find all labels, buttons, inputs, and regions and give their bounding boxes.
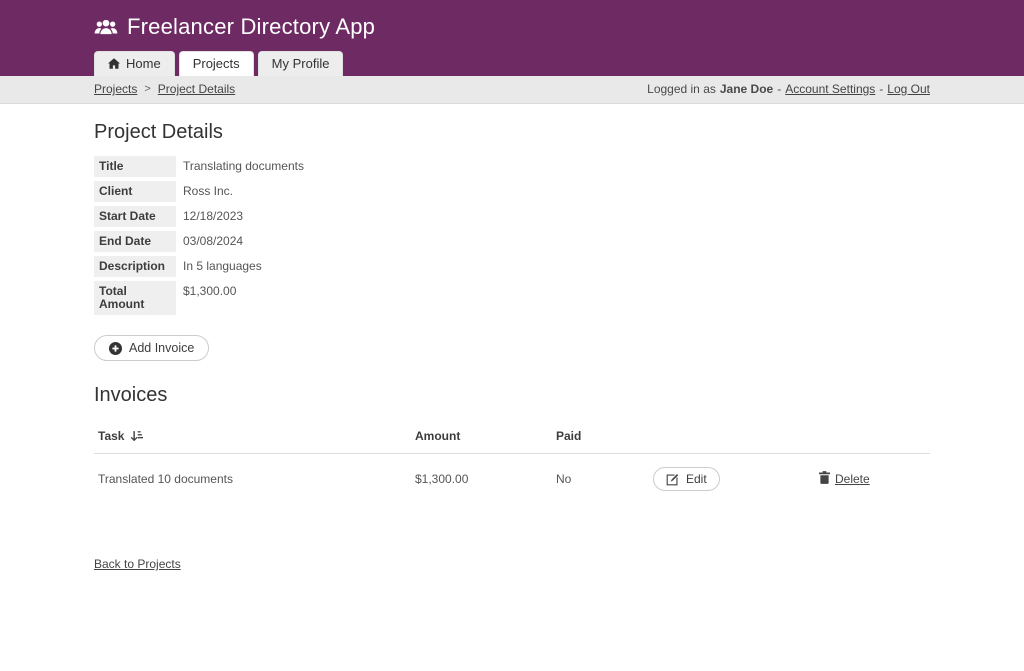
tab-projects-label: Projects [193, 56, 240, 71]
invoices-table-header: Task Amount Paid [94, 419, 930, 454]
detail-row-title: Title Translating documents [94, 156, 930, 177]
invoice-paid: No [556, 472, 653, 486]
project-details: Title Translating documents Client Ross … [94, 156, 930, 315]
start-date-label: Start Date [94, 206, 176, 227]
detail-row-start-date: Start Date 12/18/2023 [94, 206, 930, 227]
plus-circle-icon [109, 342, 122, 355]
app-header: Freelancer Directory App Home Projects M… [0, 0, 1024, 76]
edit-icon [666, 473, 679, 486]
detail-row-description: Description In 5 languages [94, 256, 930, 277]
client-label: Client [94, 181, 176, 202]
app-title: Freelancer Directory App [127, 14, 375, 40]
detail-row-client: Client Ross Inc. [94, 181, 930, 202]
detail-row-end-date: End Date 03/08/2024 [94, 231, 930, 252]
end-date-value: 03/08/2024 [183, 231, 243, 252]
title-label: Title [94, 156, 176, 177]
breadcrumb-project-details-link[interactable]: Project Details [158, 82, 235, 96]
main-nav: Home Projects My Profile [94, 51, 930, 76]
app-brand: Freelancer Directory App [94, 14, 930, 40]
session-prefix: Logged in as [647, 82, 716, 96]
invoices-heading: Invoices [94, 384, 930, 407]
invoice-amount: $1,300.00 [415, 472, 556, 486]
description-label: Description [94, 256, 176, 277]
tab-my-profile[interactable]: My Profile [258, 51, 344, 76]
end-date-label: End Date [94, 231, 176, 252]
add-invoice-label: Add Invoice [129, 341, 194, 355]
breadcrumb-projects-link[interactable]: Projects [94, 82, 137, 96]
edit-invoice-button[interactable]: Edit [653, 467, 720, 491]
amount-column-header: Amount [415, 429, 556, 443]
sort-icon [130, 430, 143, 442]
breadcrumb-separator: > [144, 83, 150, 95]
task-column-header[interactable]: Task [98, 429, 143, 443]
tab-home-label: Home [126, 56, 161, 71]
total-amount-label: Total Amount [94, 281, 176, 315]
title-value: Translating documents [183, 156, 304, 177]
edit-button-label: Edit [686, 472, 707, 486]
task-column-label: Task [98, 429, 124, 443]
delete-invoice-link[interactable]: Delete [819, 471, 870, 487]
detail-row-total-amount: Total Amount $1,300.00 [94, 281, 930, 315]
users-icon [94, 18, 118, 37]
home-icon [108, 58, 120, 69]
tab-projects[interactable]: Projects [179, 51, 254, 76]
delete-link-label: Delete [835, 472, 870, 486]
page-title: Project Details [94, 121, 930, 144]
logout-link[interactable]: Log Out [887, 82, 930, 96]
add-invoice-button[interactable]: Add Invoice [94, 335, 209, 361]
tab-my-profile-label: My Profile [272, 56, 330, 71]
session-separator: - [777, 82, 781, 96]
account-settings-link[interactable]: Account Settings [785, 82, 875, 96]
invoice-task: Translated 10 documents [94, 472, 415, 486]
start-date-value: 12/18/2023 [183, 206, 243, 227]
session-username: Jane Doe [720, 82, 773, 96]
invoice-row: Translated 10 documents $1,300.00 No Edi… [94, 454, 930, 504]
main-content: Project Details Title Translating docume… [94, 104, 930, 671]
paid-column-header: Paid [556, 429, 653, 443]
session-info: Logged in as Jane Doe - Account Settings… [647, 82, 930, 96]
client-value: Ross Inc. [183, 181, 233, 202]
tab-home[interactable]: Home [94, 51, 175, 76]
trash-icon [819, 471, 830, 487]
breadcrumb: Projects > Project Details [94, 82, 235, 96]
invoices-table: Task Amount Paid Translated 10 do [94, 419, 930, 504]
description-value: In 5 languages [183, 256, 262, 277]
back-to-projects-link[interactable]: Back to Projects [94, 557, 181, 571]
info-bar: Projects > Project Details Logged in as … [0, 76, 1024, 104]
total-amount-value: $1,300.00 [183, 281, 236, 315]
session-separator-2: - [879, 82, 883, 96]
